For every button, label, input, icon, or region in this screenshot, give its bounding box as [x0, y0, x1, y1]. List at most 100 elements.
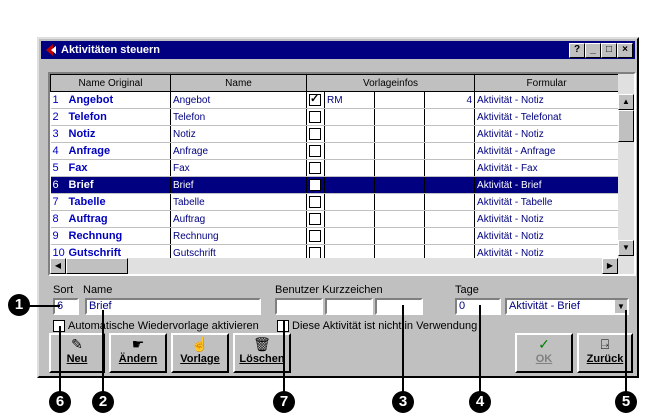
maximize-button[interactable]: □ — [601, 43, 617, 58]
title-bar[interactable]: Aktivitäten steuern ? _ □ × — [41, 41, 635, 59]
row-vorlage-count[interactable] — [424, 176, 476, 194]
row-vorlage-empty[interactable] — [374, 91, 425, 109]
row-vorlage-count[interactable] — [424, 159, 476, 177]
row-checkbox-cell[interactable] — [306, 91, 325, 109]
row-formular[interactable]: Aktivität - Notiz — [474, 91, 620, 109]
row-vorlage-empty[interactable] — [374, 176, 425, 194]
scroll-up-arrow-icon[interactable]: ▲ — [618, 94, 634, 110]
row-formular[interactable]: Aktivität - Brief — [474, 176, 620, 194]
row-formular[interactable]: Aktivität - Telefonat — [474, 108, 620, 126]
row-formular[interactable]: Aktivität - Fax — [474, 159, 620, 177]
horizontal-scrollbar[interactable]: ◀ ▶ — [50, 258, 618, 274]
vorlage-checkbox[interactable] — [309, 92, 321, 106]
row-name[interactable]: Telefon — [170, 108, 307, 126]
row-vorlage-count[interactable] — [424, 193, 476, 211]
vorlage-checkbox[interactable] — [309, 196, 321, 208]
vorlage-checkbox[interactable] — [309, 145, 321, 157]
scroll-thumb[interactable] — [618, 110, 634, 142]
vorlage-checkbox[interactable] — [309, 162, 321, 174]
table-row[interactable]: 1 Angebot Angebot RM 4Aktivität - Notiz — [50, 91, 620, 109]
vorlage-checkbox[interactable] — [309, 128, 321, 140]
row-vorlage-empty[interactable] — [374, 210, 425, 228]
row-vorlage-count[interactable] — [424, 108, 476, 126]
row-checkbox-cell[interactable] — [306, 159, 325, 177]
formular-select[interactable]: Aktivität - Brief ▼ — [505, 298, 629, 315]
close-button[interactable]: × — [617, 43, 633, 58]
row-name[interactable]: Auftrag — [170, 210, 307, 228]
row-checkbox-cell[interactable] — [306, 125, 325, 143]
row-checkbox-cell[interactable] — [306, 193, 325, 211]
table-row[interactable]: 6 Brief Brief Aktivität - Brief — [50, 176, 620, 194]
col-header-name-original[interactable]: Name Original — [50, 74, 171, 92]
row-vorlage-empty[interactable] — [374, 142, 425, 160]
row-vorlage-info[interactable] — [324, 108, 375, 126]
aendern-button[interactable]: ☛ Ändern — [109, 333, 167, 373]
row-vorlage-info[interactable] — [324, 176, 375, 194]
row-name[interactable]: Notiz — [170, 125, 307, 143]
row-name[interactable]: Anfrage — [170, 142, 307, 160]
row-vorlage-count[interactable] — [424, 125, 476, 143]
row-formular[interactable]: Aktivität - Notiz — [474, 210, 620, 228]
vorlage-button[interactable]: ☝ Vorlage — [171, 333, 229, 373]
row-vorlage-empty[interactable] — [374, 227, 425, 245]
not-used-checkbox-row[interactable]: Diese Aktivität ist nicht in Verwendung — [277, 320, 477, 333]
row-vorlage-count[interactable]: 4 — [424, 91, 476, 109]
ok-button[interactable]: ✓ OK — [515, 333, 573, 373]
kurzzeichen-input-1[interactable] — [275, 298, 323, 315]
auto-wiedervorlage-checkbox-row[interactable]: Automatische Wiedervorlage aktivieren — [53, 320, 259, 333]
scroll-right-arrow-icon[interactable]: ▶ — [602, 258, 618, 274]
col-header-formular[interactable]: Formular — [474, 74, 620, 92]
row-checkbox-cell[interactable] — [306, 142, 325, 160]
row-vorlage-count[interactable] — [424, 210, 476, 228]
row-vorlage-empty[interactable] — [374, 159, 425, 177]
row-checkbox-cell[interactable] — [306, 108, 325, 126]
table-row[interactable]: 7 Tabelle Tabelle Aktivität - Tabelle — [50, 193, 620, 211]
col-header-name[interactable]: Name — [170, 74, 307, 92]
row-vorlage-empty[interactable] — [374, 125, 425, 143]
vorlage-checkbox[interactable] — [309, 230, 321, 242]
row-vorlage-info[interactable] — [324, 125, 375, 143]
row-formular[interactable]: Aktivität - Notiz — [474, 227, 620, 245]
row-vorlage-count[interactable] — [424, 227, 476, 245]
row-formular[interactable]: Aktivität - Anfrage — [474, 142, 620, 160]
scroll-down-arrow-icon[interactable]: ▼ — [618, 240, 634, 256]
row-vorlage-count[interactable] — [424, 142, 476, 160]
scroll-left-arrow-icon[interactable]: ◀ — [50, 258, 66, 274]
row-vorlage-info[interactable] — [324, 142, 375, 160]
minimize-button[interactable]: _ — [585, 43, 601, 58]
table-row[interactable]: 4 Anfrage Anfrage Aktivität - Anfrage — [50, 142, 620, 160]
row-vorlage-info[interactable]: RM — [324, 91, 375, 109]
row-vorlage-info[interactable] — [324, 193, 375, 211]
row-formular[interactable]: Aktivität - Notiz — [474, 125, 620, 143]
row-vorlage-info[interactable] — [324, 210, 375, 228]
row-checkbox-cell[interactable] — [306, 210, 325, 228]
row-name[interactable]: Rechnung — [170, 227, 307, 245]
row-vorlage-info[interactable] — [324, 227, 375, 245]
kurzzeichen-input-3[interactable] — [375, 298, 423, 315]
row-vorlage-empty[interactable] — [374, 193, 425, 211]
table-row[interactable]: 9 Rechnung Rechnung Aktivität - Notiz — [50, 227, 620, 245]
vorlage-checkbox[interactable] — [309, 213, 321, 225]
row-name[interactable]: Angebot — [170, 91, 307, 109]
row-formular[interactable]: Aktivität - Tabelle — [474, 193, 620, 211]
hscroll-thumb[interactable] — [66, 258, 128, 274]
tage-input[interactable]: 0 — [455, 298, 501, 315]
kurzzeichen-input-2[interactable] — [325, 298, 373, 315]
neu-button[interactable]: ✎ Neu — [49, 333, 105, 373]
row-vorlage-empty[interactable] — [374, 108, 425, 126]
table-row[interactable]: 2 Telefon Telefon Aktivität - Telefonat — [50, 108, 620, 126]
table-row[interactable]: 3 Notiz Notiz Aktivität - Notiz — [50, 125, 620, 143]
row-checkbox-cell[interactable] — [306, 176, 325, 194]
col-header-vorlageinfos[interactable]: Vorlageinfos — [305, 74, 476, 92]
row-checkbox-cell[interactable] — [306, 227, 325, 245]
help-button[interactable]: ? — [569, 43, 585, 58]
table-row[interactable]: 8 Auftrag Auftrag Aktivität - Notiz — [50, 210, 620, 228]
row-name[interactable]: Tabelle — [170, 193, 307, 211]
name-input[interactable]: Brief — [85, 298, 261, 315]
row-name[interactable]: Brief — [170, 176, 307, 194]
vorlage-checkbox[interactable] — [309, 179, 321, 191]
row-name[interactable]: Fax — [170, 159, 307, 177]
vorlage-checkbox[interactable] — [309, 111, 321, 123]
activities-grid[interactable]: Name Original Name Vorlageinfos Formular… — [48, 72, 636, 276]
table-row[interactable]: 5 Fax Fax Aktivität - Fax — [50, 159, 620, 177]
